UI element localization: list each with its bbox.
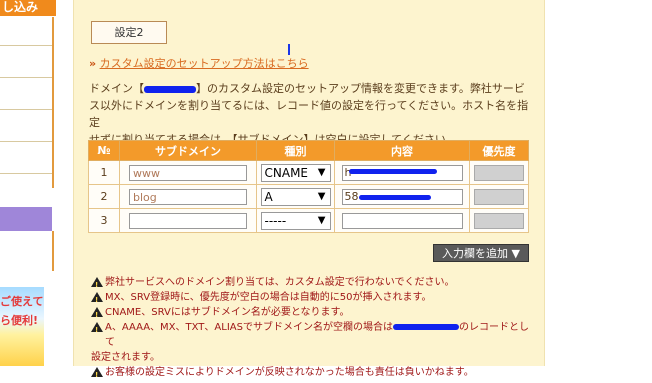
dns-record-table: № サブドメイン 種別 内容 優先度 1 www CNAME ▼ h 2 blog… bbox=[88, 140, 529, 233]
table-header-row: № サブドメイン 種別 内容 優先度 bbox=[88, 140, 529, 161]
description-text: ドメイン【 bbox=[89, 82, 144, 95]
sidebar-purple-bar[interactable] bbox=[0, 207, 52, 231]
note-item: A、AAAA、MX、TXT、ALIASでサブドメイン名が空欄の場合はのレコードと… bbox=[91, 320, 531, 350]
table-row: 2 blog A ▼ 58 bbox=[88, 184, 529, 209]
dropdown-arrow-icon: ▼ bbox=[317, 166, 326, 178]
note-item: お客様の設定ミスによりドメインが反映されなかった場合も責任は負いかねます。 bbox=[91, 365, 531, 383]
warning-icon bbox=[91, 292, 103, 308]
warning-icon bbox=[91, 277, 103, 293]
note-text: CNAME、SRVにはサブドメイン名が必要となります。 bbox=[105, 307, 350, 318]
subdomain-input[interactable]: www bbox=[129, 164, 247, 181]
dropdown-arrow-icon: ▼ bbox=[317, 190, 326, 202]
warning-icon bbox=[91, 367, 103, 383]
priority-input bbox=[474, 188, 524, 205]
note-item: MX、SRV登録時に、優先度が空白の場合は自動的に50が挿入されます。 bbox=[91, 290, 531, 308]
priority-input bbox=[474, 212, 524, 229]
subdomain-input[interactable]: blog bbox=[129, 188, 247, 205]
redaction-mark bbox=[358, 194, 431, 200]
content-input-value: 58 bbox=[344, 189, 359, 203]
subdomain-input[interactable] bbox=[129, 212, 247, 229]
sidebar-divider bbox=[0, 109, 52, 110]
redacted-domain bbox=[392, 324, 459, 330]
banner-text: ら便利! bbox=[0, 314, 39, 327]
note-text: 設定されます。 bbox=[91, 352, 160, 363]
type-select-value: A bbox=[264, 189, 273, 204]
col-header-priority: 優先度 bbox=[469, 140, 529, 161]
description-text: ス以外にドメインを割り当てるには、レコード値の設定を行ってください。ホスト名を指… bbox=[89, 99, 529, 129]
content-input[interactable]: 58 bbox=[341, 188, 463, 205]
sidebar-banner[interactable]: ご使えて ら便利! bbox=[0, 287, 44, 366]
priority-input bbox=[474, 164, 524, 181]
type-select-value: ----- bbox=[264, 213, 287, 228]
redaction-mark bbox=[348, 168, 437, 174]
sidebar-divider bbox=[0, 77, 52, 78]
description-text: 】のカスタム設定のセットアップ情報を変更できます。弊社サービ bbox=[196, 82, 525, 95]
warning-icon bbox=[91, 307, 103, 323]
type-select[interactable]: CNAME ▼ bbox=[260, 163, 331, 182]
notes-list: 弊社サービスへのドメイン割り当ては、カスタム設定で行わないでください。 MX、S… bbox=[91, 275, 531, 383]
dropdown-arrow-icon: ▼ bbox=[317, 214, 326, 226]
sidebar-box bbox=[0, 231, 54, 271]
table-row: 1 www CNAME ▼ h bbox=[88, 160, 529, 185]
setup-help-link[interactable]: カスタム設定のセットアップ方法はこちら bbox=[100, 57, 309, 70]
banner-text: ご使えて bbox=[0, 295, 44, 308]
note-text: 弊社サービスへのドメイン割り当ては、カスタム設定で行わないでください。 bbox=[105, 277, 455, 288]
note-text: MX、SRV登録時に、優先度が空白の場合は自動的に50が挿入されます。 bbox=[105, 292, 432, 303]
content-input[interactable] bbox=[341, 212, 463, 229]
row-number: 1 bbox=[88, 160, 120, 185]
setup-link-row: » カスタム設定のセットアップ方法はこちら bbox=[89, 55, 309, 71]
sidebar-menu bbox=[0, 17, 54, 188]
type-select[interactable]: A ▼ bbox=[260, 187, 331, 206]
sidebar-divider bbox=[0, 173, 52, 174]
redacted-domain bbox=[144, 85, 196, 93]
main-panel: 設定2 » カスタム設定のセットアップ方法はこちら ドメイン【 】のカスタム設定の… bbox=[73, 0, 545, 383]
note-item: 設定されます。 bbox=[91, 350, 531, 365]
col-header-content: 内容 bbox=[334, 140, 470, 161]
note-item: CNAME、SRVにはサブドメイン名が必要となります。 bbox=[91, 305, 531, 323]
row-number: 2 bbox=[88, 184, 120, 209]
col-header-subdomain: サブドメイン bbox=[119, 140, 257, 161]
col-header-no: № bbox=[88, 140, 120, 161]
right-background bbox=[544, 0, 652, 366]
description: ドメイン【 】のカスタム設定のセットアップ情報を変更できます。弊社サービ ス以外に… bbox=[89, 80, 534, 148]
type-select[interactable]: ----- ▼ bbox=[260, 211, 331, 230]
warning-icon bbox=[91, 322, 103, 338]
sidebar-header: し込み bbox=[0, 0, 56, 16]
sidebar-divider bbox=[0, 141, 52, 142]
note-text: お客様の設定ミスによりドメインが反映されなかった場合も責任は負いかねます。 bbox=[105, 367, 474, 378]
row-number: 3 bbox=[88, 208, 120, 233]
tab-settings-2[interactable]: 設定2 bbox=[91, 21, 167, 44]
sidebar-divider bbox=[0, 45, 52, 46]
add-row-button[interactable]: 入力欄を追加 ▼ bbox=[433, 244, 529, 262]
note-text: A、AAAA、MX、TXT、ALIASでサブドメイン名が空欄の場合は bbox=[105, 322, 393, 333]
left-sidebar: し込み ご使えて ら便利! bbox=[0, 0, 56, 366]
col-header-type: 種別 bbox=[256, 140, 335, 161]
text-cursor bbox=[288, 44, 290, 55]
table-row: 3 ----- ▼ bbox=[88, 208, 529, 233]
content-input[interactable]: h bbox=[341, 164, 463, 181]
double-arrow-icon: » bbox=[89, 57, 97, 70]
note-item: 弊社サービスへのドメイン割り当ては、カスタム設定で行わないでください。 bbox=[91, 275, 531, 293]
type-select-value: CNAME bbox=[264, 165, 309, 180]
